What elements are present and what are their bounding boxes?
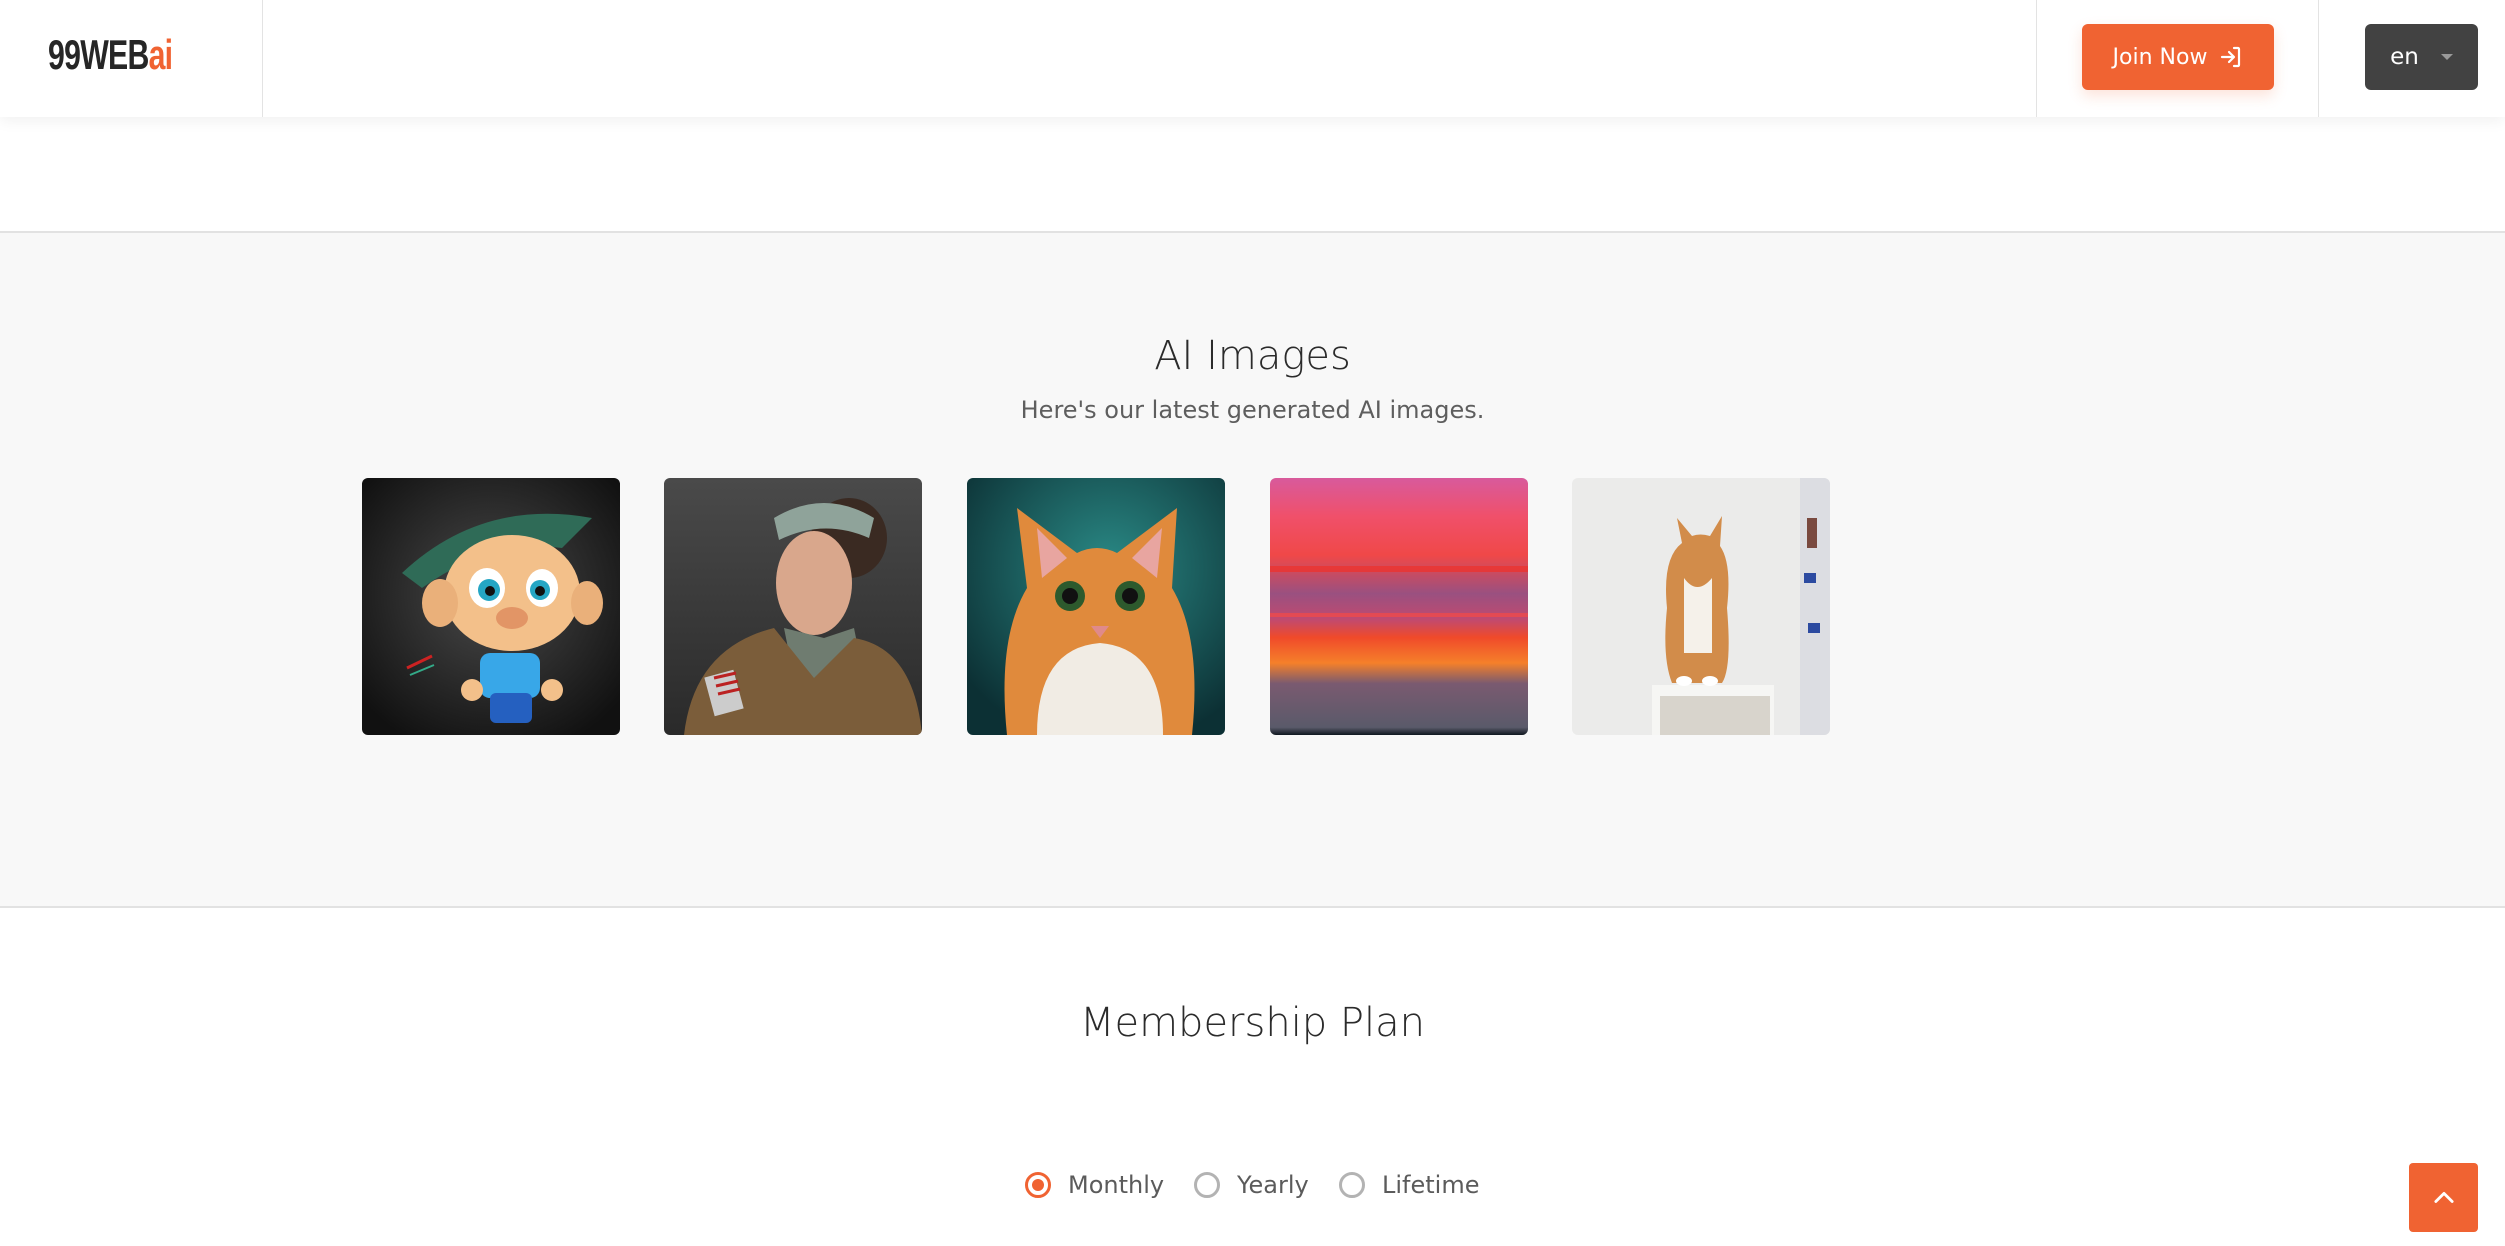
- ai-images-title: AI Images: [1154, 333, 1351, 379]
- radio-button[interactable]: [1194, 1172, 1220, 1198]
- caret-down-icon: [2440, 54, 2453, 60]
- ai-images-subtitle: Here's our latest generated AI images.: [1020, 396, 1485, 424]
- plan-option-label: Yearly: [1237, 1171, 1309, 1199]
- ai-image-thumbnail[interactable]: [1270, 478, 1528, 735]
- cartoon-boy-image: [362, 478, 620, 735]
- ai-image-thumbnail[interactable]: [967, 478, 1225, 735]
- language-select[interactable]: en: [2365, 24, 2478, 90]
- ai-image-thumbnail[interactable]: [362, 478, 620, 735]
- plan-option-label: Lifetime: [1382, 1171, 1480, 1199]
- cat-on-shelf-image: [1572, 478, 1830, 735]
- ai-image-thumbnail[interactable]: [1572, 478, 1830, 735]
- radio-button[interactable]: [1339, 1172, 1365, 1198]
- header-divider: [2318, 0, 2319, 117]
- plan-option-lifetime[interactable]: Lifetime: [1339, 1170, 1479, 1200]
- sign-in-icon: [2221, 46, 2241, 68]
- logo-text-accent: ai: [148, 31, 174, 78]
- military-woman-image: [664, 478, 922, 735]
- language-value: en: [2390, 44, 2419, 70]
- ai-image-thumbnail[interactable]: [664, 478, 922, 735]
- logo-text-main: 99WEB: [48, 31, 149, 78]
- logo-container: 99WEB ai: [0, 0, 263, 117]
- membership-plan-title: Membership Plan: [1079, 1000, 1426, 1046]
- plan-option-monthly[interactable]: Monthly: [1025, 1170, 1164, 1200]
- orange-cat-portrait-image: [967, 478, 1225, 735]
- plan-option-yearly[interactable]: Yearly: [1194, 1170, 1309, 1200]
- header-divider: [2036, 0, 2037, 117]
- sunset-city-image: [1270, 478, 1528, 735]
- join-now-button[interactable]: Join Now: [2082, 24, 2274, 90]
- site-logo[interactable]: 99WEB ai: [48, 31, 174, 78]
- ai-images-section: AI Images Here's our latest generated AI…: [0, 231, 2505, 908]
- back-to-top-button[interactable]: [2409, 1163, 2478, 1232]
- site-header: 99WEB ai Join Now en: [0, 0, 2505, 117]
- plan-option-label: Monthly: [1068, 1171, 1165, 1199]
- join-now-label: Join Now: [2112, 44, 2208, 70]
- chevron-up-icon: [2433, 1191, 2454, 1203]
- radio-button-checked[interactable]: [1025, 1172, 1051, 1198]
